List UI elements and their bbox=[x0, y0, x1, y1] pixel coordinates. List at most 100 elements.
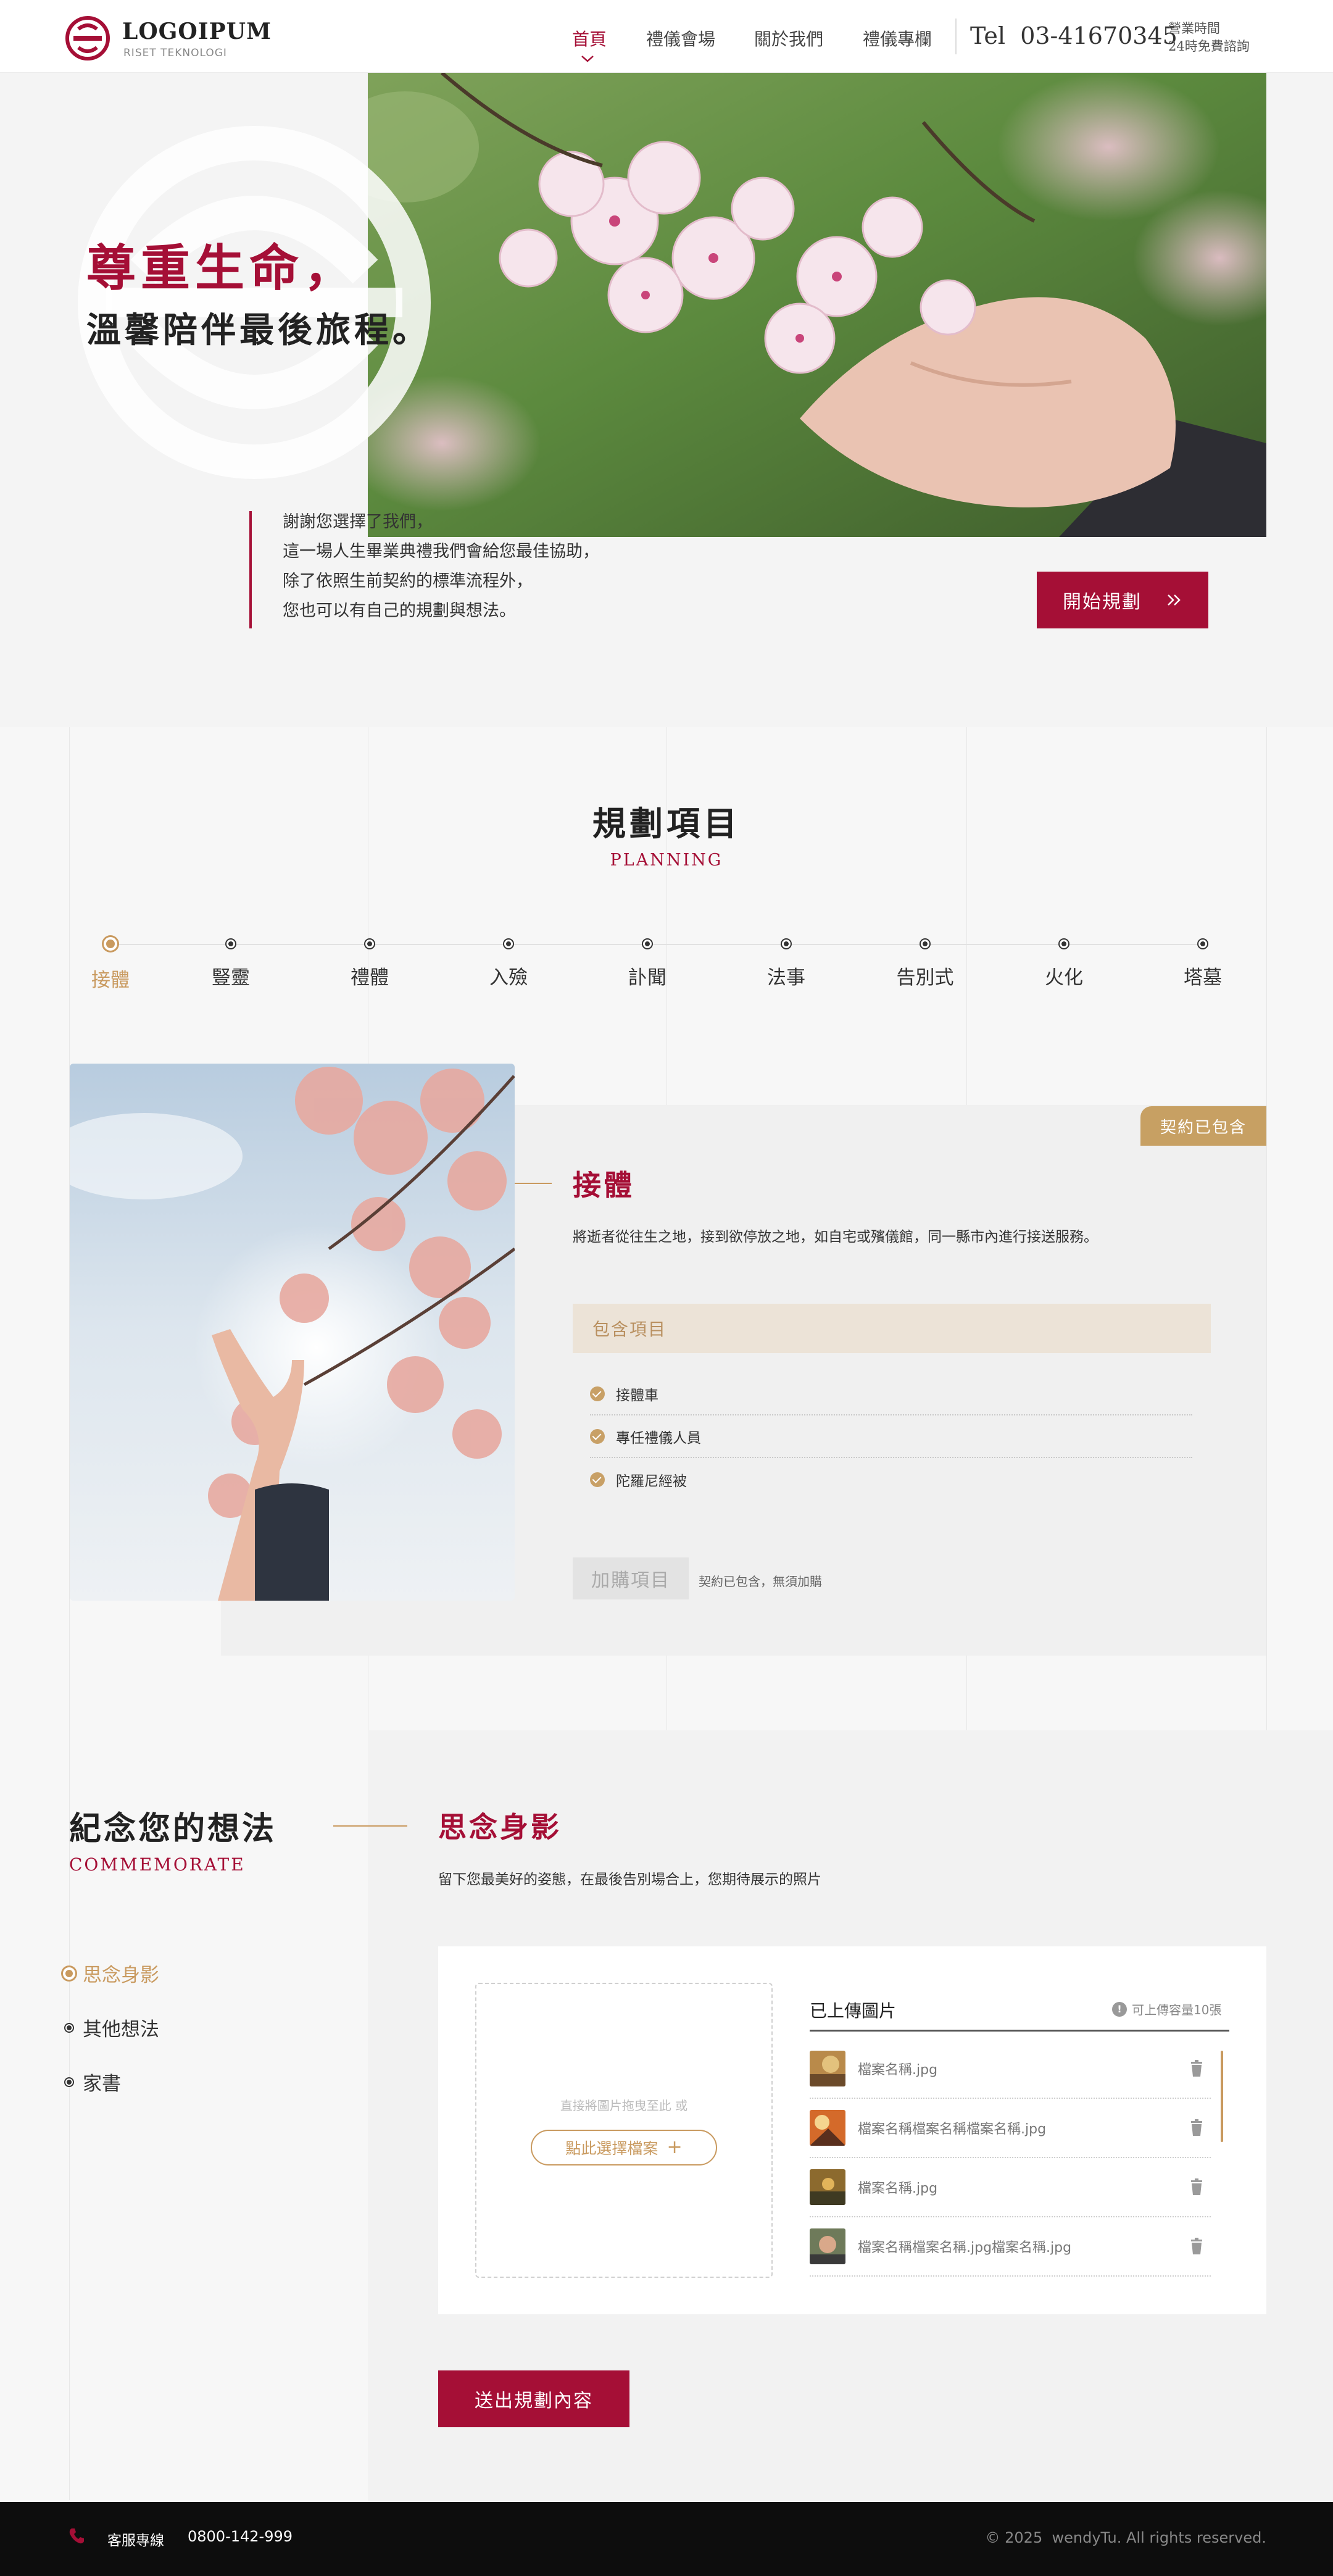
service-hotline-label: 客服專線 bbox=[107, 2533, 164, 2549]
start-planning-button[interactable]: 開始規劃 bbox=[1037, 572, 1208, 628]
file-thumbnail bbox=[810, 2169, 845, 2205]
check-circle-icon bbox=[590, 1428, 605, 1444]
sidebar-item-label: 思念身影 bbox=[83, 1964, 159, 1986]
included-item: 接體車 bbox=[590, 1373, 1192, 1415]
sidebar-dot bbox=[65, 2078, 73, 2086]
contract-included-badge: 契約已包含 bbox=[1140, 1106, 1266, 1146]
timeline-step[interactable]: 豎靈 bbox=[181, 934, 280, 990]
trash-icon[interactable] bbox=[1187, 2178, 1206, 2196]
timeline-label: 塔墓 bbox=[1184, 967, 1222, 989]
timeline-step[interactable]: 入殮 bbox=[459, 934, 558, 990]
sidebar-item-memory-photos[interactable]: 思念身影 bbox=[62, 1959, 159, 1987]
copyright: © 2025 wendyTu. All rights reserved. bbox=[985, 2529, 1266, 2546]
business-hours: 營業時間 24時免費諮詢 bbox=[1168, 20, 1250, 56]
brand-name[interactable]: LOGOIPUM bbox=[122, 19, 272, 44]
included-item-label: 接體車 bbox=[616, 1387, 658, 1404]
sidebar-item-label: 其他想法 bbox=[83, 2019, 159, 2041]
file-name: 檔案名稱檔案名稱檔案名稱.jpg bbox=[858, 2122, 1047, 2137]
planning-subtitle: PLANNING bbox=[610, 851, 723, 870]
brand-tagline: RISET TEKNOLOGI bbox=[123, 47, 227, 59]
dropzone-hint: 直接將圖片拖曳至此 或 bbox=[560, 2098, 688, 2113]
sidebar-item-family-letter[interactable]: 家書 bbox=[62, 2068, 121, 2096]
file-thumbnail bbox=[810, 2110, 845, 2146]
sidebar-item-other-thoughts[interactable]: 其他想法 bbox=[62, 2014, 159, 2041]
timeline-step[interactable]: 告別式 bbox=[876, 934, 974, 990]
timeline-label: 訃聞 bbox=[628, 967, 666, 989]
timeline-dot bbox=[921, 940, 929, 948]
timeline-step[interactable]: 禮體 bbox=[320, 934, 419, 990]
timeline-label: 火化 bbox=[1045, 967, 1083, 989]
trash-icon[interactable] bbox=[1187, 2237, 1206, 2256]
file-row: 檔案名稱檔案名稱.jpg檔案名稱.jpg bbox=[810, 2217, 1211, 2277]
hero-subheadline: 溫馨陪伴最後旅程。 bbox=[86, 310, 431, 351]
nav-column[interactable]: 禮儀專欄 bbox=[863, 26, 932, 51]
timeline-label: 法事 bbox=[767, 967, 805, 989]
section-title: 思念身影 bbox=[438, 1811, 562, 1844]
intro-line: 這一場人生畢業典禮我們會給您最佳協助， bbox=[283, 542, 599, 561]
commemorate-title: 紀念您的想法 bbox=[69, 1810, 277, 1848]
timeline-dot bbox=[504, 940, 513, 948]
timeline-step[interactable]: 訃聞 bbox=[598, 934, 697, 990]
nav-venues[interactable]: 禮儀會場 bbox=[646, 26, 715, 51]
header-phone[interactable]: Tel 03-41670345 bbox=[970, 22, 1177, 49]
nav-about[interactable]: 關於我們 bbox=[754, 26, 823, 51]
info-icon: ! bbox=[1112, 2001, 1127, 2017]
included-item-label: 陀羅尼經被 bbox=[616, 1473, 687, 1490]
section-description: 留下您最美好的姿態，在最後告別場合上，您期待展示的照片 bbox=[438, 1872, 821, 1888]
included-item: 陀羅尼經被 bbox=[590, 1458, 1192, 1501]
timeline-label: 告別式 bbox=[896, 967, 954, 989]
uploaded-divider bbox=[810, 2030, 1229, 2032]
timeline-label: 禮體 bbox=[351, 967, 389, 989]
trash-icon[interactable] bbox=[1187, 2119, 1206, 2137]
check-circle-icon bbox=[590, 1472, 605, 1487]
file-name: 檔案名稱.jpg bbox=[858, 2181, 938, 2196]
service-hotline-number[interactable]: 0800-142-999 bbox=[188, 2528, 293, 2545]
submit-plan-button[interactable]: 送出規劃內容 bbox=[438, 2370, 629, 2427]
detail-accent-line bbox=[515, 1183, 552, 1184]
file-name: 檔案名稱.jpg bbox=[858, 2062, 938, 2078]
hours-line: 營業時間 bbox=[1168, 21, 1220, 36]
capacity-note: ! 可上傳容量10張 bbox=[1112, 2000, 1221, 2018]
timeline-dot bbox=[104, 937, 117, 951]
timeline-step[interactable]: 法事 bbox=[737, 934, 836, 990]
timeline-dot bbox=[782, 940, 791, 948]
timeline-label: 豎靈 bbox=[212, 967, 250, 989]
plus-icon: + bbox=[666, 2136, 683, 2158]
planning-title: 規劃項目 bbox=[592, 804, 741, 843]
sidebar-item-label: 家書 bbox=[83, 2073, 121, 2095]
timeline-dot bbox=[1060, 940, 1068, 948]
file-row: 檔案名稱.jpg bbox=[810, 2040, 1211, 2099]
timeline-label: 接體 bbox=[91, 969, 130, 991]
nav-home[interactable]: 首頁 bbox=[572, 26, 607, 51]
hours-line: 24時免費諮詢 bbox=[1168, 39, 1250, 54]
double-chevron-right-icon bbox=[1168, 594, 1181, 606]
timeline-dot bbox=[1198, 940, 1207, 948]
addon-note: 契約已包含，無須加購 bbox=[699, 1574, 822, 1589]
trash-icon[interactable] bbox=[1187, 2059, 1206, 2078]
detail-photo bbox=[70, 1064, 515, 1601]
addon-button[interactable]: 加購項目 bbox=[573, 1557, 689, 1599]
hero-accent-bar bbox=[249, 511, 252, 628]
timeline-step[interactable]: 火化 bbox=[1015, 934, 1113, 990]
logo-icon[interactable] bbox=[65, 15, 110, 61]
included-item: 專任禮儀人員 bbox=[590, 1415, 1192, 1458]
intro-line: 謝謝您選擇了我們， bbox=[283, 512, 433, 531]
timeline-dot bbox=[643, 940, 652, 948]
check-circle-icon bbox=[590, 1386, 605, 1401]
detail-description: 將逝者從往生之地，接到欲停放之地，如自宅或殯儀館，同一縣市內進行接送服務。 bbox=[573, 1229, 1098, 1245]
detail-title: 接體 bbox=[573, 1169, 634, 1202]
hero-headline: 尊重生命， bbox=[86, 239, 358, 297]
sidebar-dot bbox=[65, 2024, 73, 2032]
file-row: 檔案名稱檔案名稱檔案名稱.jpg bbox=[810, 2099, 1211, 2158]
capacity-text: 可上傳容量10張 bbox=[1132, 2003, 1222, 2017]
file-list-scrollbar[interactable] bbox=[1221, 2051, 1223, 2142]
start-planning-label: 開始規劃 bbox=[1063, 591, 1142, 613]
file-name: 檔案名稱檔案名稱.jpg檔案名稱.jpg bbox=[858, 2240, 1072, 2256]
hero-intro: 謝謝您選擇了我們， 這一場人生畢業典禮我們會給您最佳協助， 除了依照生前契約的標… bbox=[283, 507, 599, 626]
timeline-dot bbox=[226, 940, 235, 948]
select-file-button[interactable]: 點此選擇檔案 + bbox=[531, 2130, 717, 2165]
file-thumbnail bbox=[810, 2051, 845, 2086]
flowers-hands-image bbox=[368, 73, 1266, 537]
timeline-step[interactable]: 塔墓 bbox=[1153, 934, 1252, 990]
timeline-step[interactable]: 接體 bbox=[61, 934, 160, 992]
